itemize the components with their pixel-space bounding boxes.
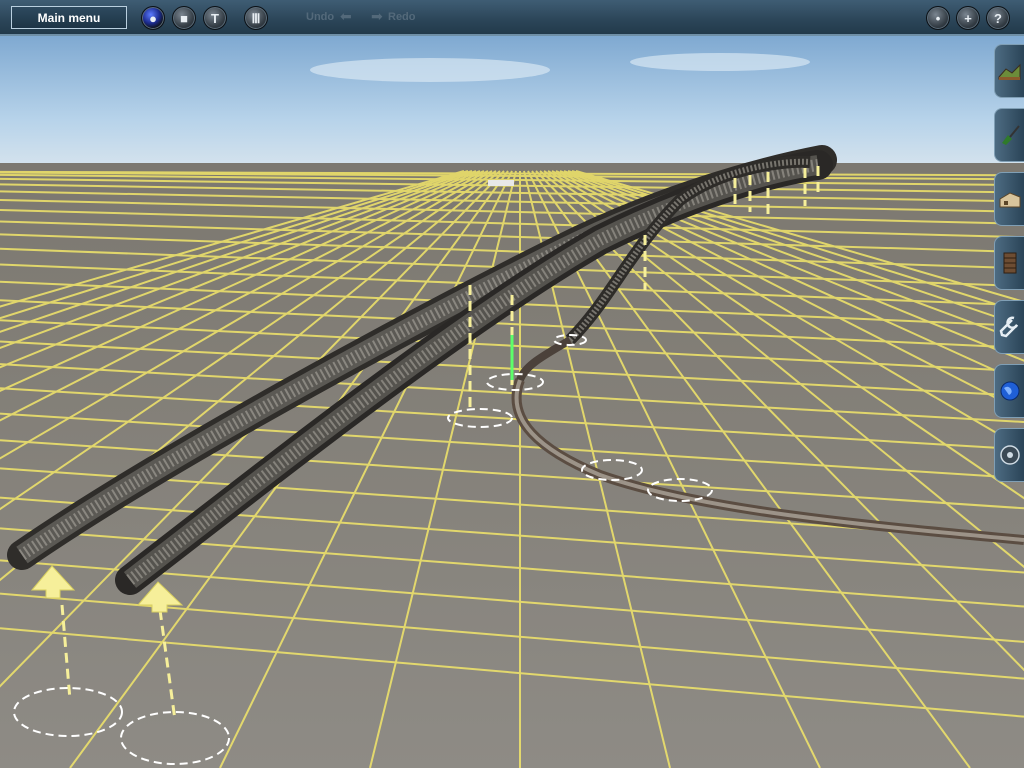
filter-button[interactable]: T — [203, 6, 227, 30]
paint-icon — [1002, 125, 1020, 145]
main-menu-button[interactable]: Main menu — [11, 6, 127, 29]
tab-terrain[interactable] — [994, 44, 1024, 98]
settings-icon — [1000, 445, 1020, 465]
stop-icon: ■ — [180, 11, 188, 26]
mode-icon: • — [935, 11, 941, 26]
record-button[interactable]: ● — [141, 6, 165, 30]
tab-world[interactable] — [994, 364, 1024, 418]
distant-building — [488, 180, 514, 186]
plus-icon: + — [964, 11, 972, 26]
globe-icon — [1000, 381, 1020, 401]
tools-icon — [999, 316, 1019, 338]
tab-track[interactable] — [994, 236, 1024, 290]
stop-button[interactable]: ■ — [172, 6, 196, 30]
tab-tools[interactable] — [994, 300, 1024, 354]
help-button[interactable]: ? — [986, 6, 1010, 30]
redo-button[interactable]: Redo — [388, 11, 416, 23]
record-icon: ● — [149, 11, 157, 26]
tab-settings[interactable] — [994, 428, 1024, 482]
filter-icon: T — [211, 11, 219, 26]
mode-button[interactable]: • — [926, 6, 950, 30]
undo-arrow-icon: ⬅ — [340, 8, 352, 24]
tab-paint[interactable] — [994, 108, 1024, 162]
3d-viewport[interactable] — [0, 0, 1024, 768]
add-button[interactable]: + — [956, 6, 980, 30]
terrain-icon — [998, 63, 1021, 80]
track-icon — [1003, 252, 1017, 274]
grid-icon: Ⅲ — [251, 11, 261, 26]
tab-buildings[interactable] — [994, 172, 1024, 226]
grid-button[interactable]: Ⅲ — [244, 6, 268, 30]
top-toolbar: Main menu ● ■ T Ⅲ Undo ⬅ ➡ Redo • + ? — [0, 0, 1024, 36]
redo-arrow-icon: ➡ — [371, 8, 383, 24]
sky — [0, 36, 1024, 176]
building-icon — [999, 192, 1021, 208]
undo-button[interactable]: Undo — [306, 11, 334, 23]
help-icon: ? — [994, 11, 1002, 26]
